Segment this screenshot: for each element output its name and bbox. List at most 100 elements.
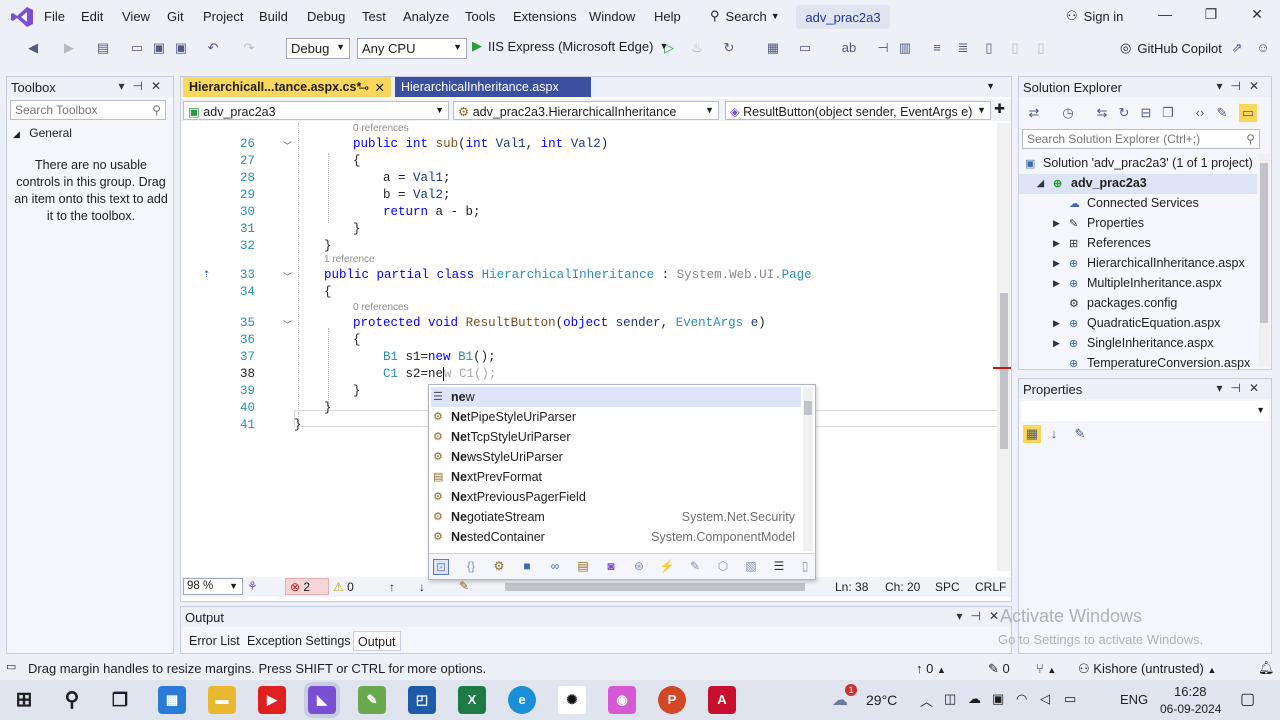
split-icon[interactable]: ✚ — [994, 101, 1005, 117]
align-icon[interactable]: ⊣ — [874, 39, 892, 57]
object-select[interactable]: ▼ — [1021, 401, 1269, 421]
app-icon[interactable]: ◰ — [408, 686, 436, 714]
solution-explorer-scrollbar[interactable] — [1259, 153, 1269, 367]
collapse-icon[interactable]: ﹀ — [283, 139, 292, 152]
pin-icon[interactable]: ⊸ — [359, 80, 369, 95]
class-dropdown[interactable]: ⚙ adv_prac2a3.HierarchicalInheritance ▼ — [453, 101, 719, 120]
show-hidden-icons[interactable]: ︿ — [920, 691, 933, 710]
field-filter-icon[interactable]: ⬡ — [715, 559, 731, 575]
refresh-icon[interactable]: ↻ — [1115, 104, 1133, 122]
pending-changes-icon[interactable]: ⇆ — [1093, 104, 1111, 122]
struct-filter-icon[interactable]: ■ — [519, 559, 535, 575]
completion-item[interactable]: ⚙ NextPreviousPagerField — [431, 487, 801, 507]
onedrive-icon[interactable]: ☁ — [968, 691, 981, 707]
menu-test[interactable]: Test — [362, 9, 386, 24]
menu-git[interactable]: Git — [167, 9, 184, 24]
copilot-app-icon[interactable]: ◉ — [608, 686, 636, 714]
volume-icon[interactable]: ◁ — [1040, 691, 1050, 707]
property-pages-icon[interactable]: ✎ — [1071, 425, 1089, 443]
windows-start-icon[interactable]: ⊞ — [10, 686, 38, 714]
snippet-filter-icon[interactable]: ▧ — [743, 559, 759, 575]
codelens-references[interactable]: 0 references — [353, 123, 409, 134]
tree-item[interactable]: ☁ Connected Services — [1069, 196, 1199, 210]
github-copilot-button[interactable]: ◎ GitHub Copilot — [1120, 40, 1222, 56]
brush-icon[interactable]: ✎ — [459, 579, 469, 593]
menu-project[interactable]: Project — [203, 9, 243, 24]
property-filter-icon[interactable]: ✎ — [687, 559, 703, 575]
tab-overflow-icon[interactable]: ▼ — [986, 81, 995, 91]
tray-app-icon[interactable]: ▣ — [992, 691, 1004, 707]
save-all-icon[interactable]: ▣ — [172, 39, 190, 57]
refresh-icon[interactable]: ↻ — [720, 39, 738, 57]
collapse-icon[interactable]: ﹀ — [283, 270, 292, 283]
enum-filter-icon[interactable]: ▤ — [575, 559, 591, 575]
codelens-references[interactable]: 1 reference — [324, 254, 375, 265]
module-filter-icon[interactable]: ⊛ — [631, 559, 647, 575]
close-tab-icon[interactable]: ✕ — [375, 80, 385, 95]
member-dropdown[interactable]: ◈ ResultButton(object sender, EventArgs … — [725, 101, 991, 120]
inheritance-margin-icon[interactable]: ⇡ — [203, 266, 210, 281]
history-icon[interactable]: ◷ — [1059, 104, 1077, 122]
menu-analyze[interactable]: Analyze — [403, 9, 449, 24]
menu-tools[interactable]: Tools — [465, 9, 495, 24]
edge-icon[interactable]: e — [508, 686, 536, 714]
visual-studio-icon[interactable]: ◣ — [308, 686, 336, 714]
alphabetical-icon[interactable]: ↓ — [1045, 425, 1063, 443]
restore-button[interactable]: ❐ — [1196, 6, 1226, 26]
tree-solution[interactable]: ▣ Solution 'adv_prac2a3' (1 of 1 project) — [1025, 156, 1253, 170]
spellcheck-icon[interactable]: ab — [840, 39, 858, 57]
search-button[interactable]: ⚲ Search ▼ — [710, 6, 782, 26]
redo-icon[interactable]: ↷ — [240, 39, 258, 57]
share-icon[interactable]: ⇗ — [1228, 39, 1246, 57]
store-icon[interactable]: ▦ — [158, 686, 186, 714]
task-view-icon[interactable]: ❐ — [106, 686, 134, 714]
completion-item[interactable]: ⚙ NetPipeStyleUriParser — [431, 407, 801, 427]
tree-item[interactable]: ▶ ✎ Properties — [1053, 216, 1144, 230]
panel-buttons[interactable]: ▾⊣✕ — [118, 79, 169, 93]
menu-help[interactable]: Help — [654, 9, 681, 24]
clock-date[interactable]: 06-09-2024 — [1160, 702, 1221, 716]
show-all-files-icon[interactable]: ❐ — [1159, 104, 1177, 122]
tree-item[interactable]: ⚙ packages.config — [1069, 296, 1177, 310]
keyword-filter-icon[interactable]: ☰ — [771, 559, 787, 575]
search-icon[interactable]: ⚲ — [58, 686, 86, 714]
file-explorer-icon[interactable]: ▬ — [208, 686, 236, 714]
push-count[interactable]: ↑ 0 ▲ — [916, 661, 946, 676]
next-issue-icon[interactable]: ↓ — [419, 580, 425, 594]
toolbox-group-general[interactable]: ◢ General — [13, 126, 72, 140]
indent-mode[interactable]: SPC — [935, 580, 960, 594]
menu-window[interactable]: Window — [589, 9, 635, 24]
tree-item[interactable]: ▶ ⊕ MultipleInheritance.aspx — [1053, 276, 1222, 290]
tab-aspx[interactable]: HierarchicalInheritance.aspx — [395, 77, 591, 97]
undo-icon[interactable]: ↶ — [204, 39, 222, 57]
toolbox-search-input[interactable]: Search Toolbox ⚲ — [10, 100, 166, 120]
expand-icon[interactable]: ▶ — [1053, 218, 1060, 229]
completion-item[interactable]: ⚙ NetTcpStyleUriParser — [431, 427, 801, 447]
tree-item[interactable]: ▶ ⊕ QuadraticEquation.aspx — [1053, 316, 1220, 330]
tab-output[interactable]: Output — [353, 631, 401, 651]
changes-count[interactable]: ✎ 0 — [988, 661, 1010, 677]
panel-buttons[interactable]: ▾⊣✕ — [1216, 381, 1267, 395]
project-dropdown[interactable]: ▣ adv_prac2a3 ▼ — [183, 101, 449, 120]
completion-item[interactable]: ☰ new — [431, 387, 801, 407]
completion-item[interactable]: ⚙ NestedContainer System.ComponentModel — [431, 527, 801, 547]
configuration-select[interactable]: Debug ▼ — [286, 38, 350, 59]
horizontal-scrollbar[interactable] — [505, 583, 805, 591]
codelens-references[interactable]: 0 references — [353, 302, 409, 313]
bookmark-prev-icon[interactable]: ▯ — [1006, 39, 1024, 57]
properties-wrench-icon[interactable]: ✎ — [1213, 104, 1231, 122]
collapse-icon[interactable]: ◢ — [1037, 178, 1044, 189]
tree-item[interactable]: ▶ ⊕ HierarchicalInheritance.aspx — [1053, 256, 1245, 270]
tab-exception-settings[interactable]: Exception Settings — [243, 631, 355, 651]
wifi-icon[interactable]: ◠ — [1016, 691, 1027, 707]
error-count-badge[interactable]: ⊗ 2 — [285, 578, 329, 595]
view-code-icon[interactable]: ‹› — [1191, 104, 1209, 122]
chatgpt-icon[interactable]: ✺ — [558, 686, 586, 714]
tab-error-list[interactable]: Error List — [185, 631, 244, 651]
expand-filter-icon[interactable]: ⊡ — [433, 559, 449, 575]
interface-filter-icon[interactable]: ∞ — [547, 559, 563, 575]
notification-center-icon[interactable]: ▢ — [1240, 689, 1255, 709]
run-button[interactable]: ▶ IIS Express (Microsoft Edge) ▼ — [472, 38, 668, 54]
previous-issue-icon[interactable]: ↑ — [389, 580, 395, 594]
hot-reload-icon[interactable]: ♨ — [688, 39, 706, 57]
